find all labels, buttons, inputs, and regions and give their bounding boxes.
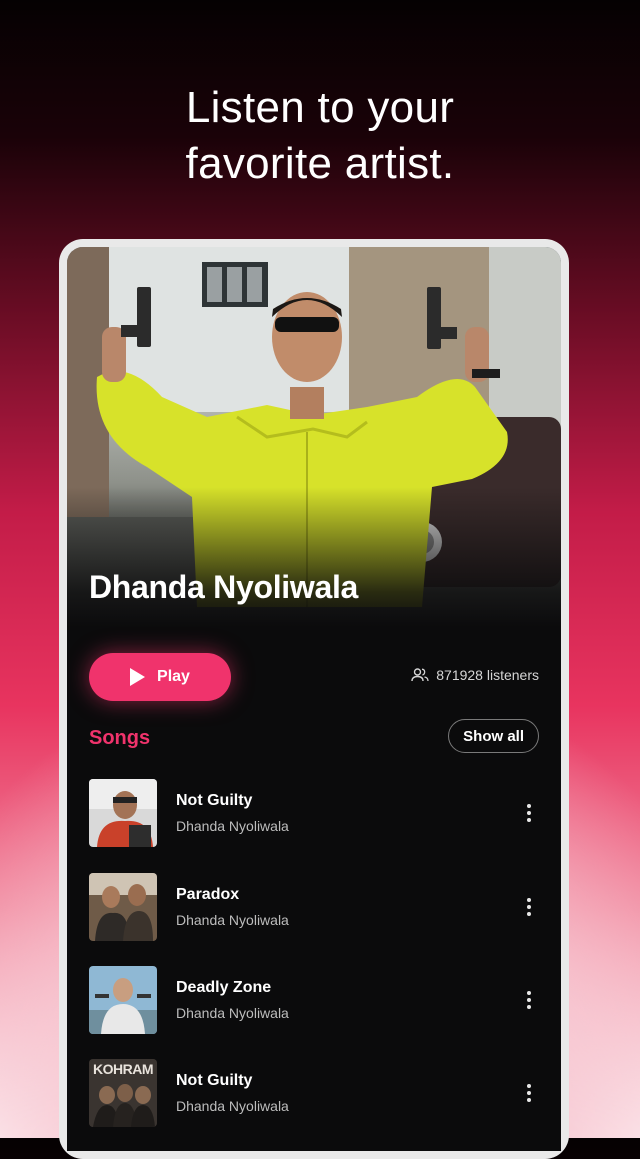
app-screen: Dhanda Nyoliwala Play 871928 listeners S… [67, 247, 561, 1151]
song-row[interactable]: Deadly Zone Dhanda Nyoliwala [89, 966, 541, 1034]
song-title: Not Guilty [176, 1072, 253, 1089]
headline-line-1: Listen to your [185, 83, 455, 132]
play-label: Play [157, 668, 190, 685]
song-cover [89, 966, 157, 1034]
song-artist: Dhanda Nyoliwala [176, 912, 289, 928]
more-options-icon[interactable] [517, 793, 541, 833]
song-cover: KOHRAM [89, 1059, 157, 1127]
play-button[interactable]: Play [89, 653, 231, 701]
headline: Listen to your favorite artist. [0, 80, 640, 192]
listener-count: 871928 listeners [411, 667, 539, 683]
song-row[interactable]: Not Guilty Dhanda Nyoliwala [89, 779, 541, 847]
artist-name: Dhanda Nyoliwala [89, 569, 359, 605]
phone-frame: Dhanda Nyoliwala Play 871928 listeners S… [59, 239, 569, 1159]
song-cover [89, 873, 157, 941]
song-artist: Dhanda Nyoliwala [176, 1005, 289, 1021]
show-all-button[interactable]: Show all [448, 719, 539, 753]
more-options-icon[interactable] [517, 1073, 541, 1113]
song-title: Deadly Zone [176, 979, 272, 996]
song-title: Paradox [176, 886, 240, 903]
song-row[interactable]: KOHRAM Not Guilty Dhanda Nyoliwala [89, 1059, 541, 1127]
song-title: Not Guilty [176, 792, 253, 809]
song-artist: Dhanda Nyoliwala [176, 1098, 289, 1114]
more-options-icon[interactable] [517, 980, 541, 1020]
users-icon [411, 668, 429, 682]
song-cover [89, 779, 157, 847]
listener-count-text: 871928 listeners [436, 667, 539, 683]
cover-text: KOHRAM [93, 1061, 154, 1077]
play-icon [130, 668, 146, 686]
more-options-icon[interactable] [517, 887, 541, 927]
hero-gradient-overlay [67, 487, 561, 627]
songs-section-title: Songs [89, 727, 151, 749]
song-artist: Dhanda Nyoliwala [176, 818, 289, 834]
headline-line-2: favorite artist. [185, 139, 455, 188]
song-row[interactable]: Paradox Dhanda Nyoliwala [89, 873, 541, 941]
